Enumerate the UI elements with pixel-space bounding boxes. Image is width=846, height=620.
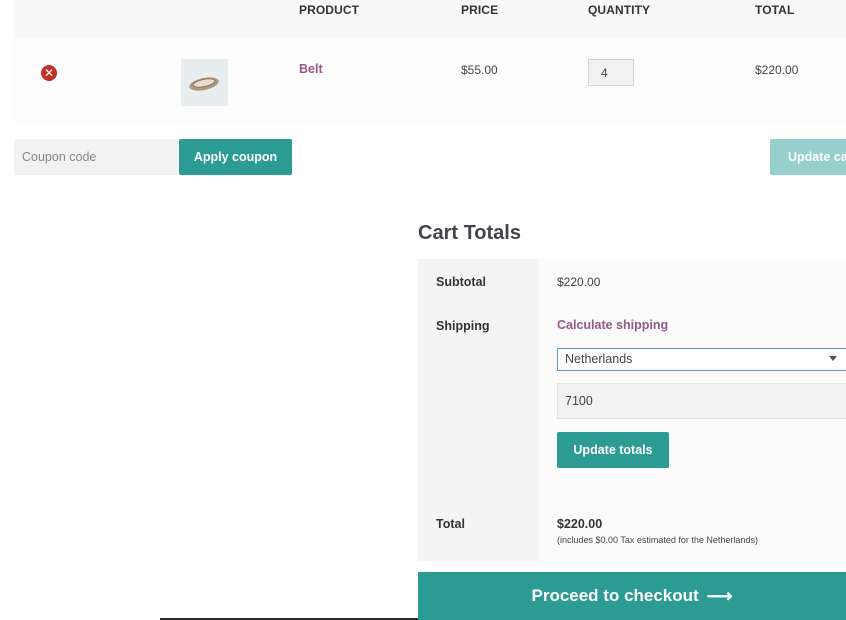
cart-item-row: ✕ Belt $55.00 $220.00 (14, 38, 846, 126)
proceed-to-checkout-button[interactable]: Proceed to checkout ⟶ (418, 572, 846, 620)
postcode-input[interactable] (557, 383, 846, 419)
coupon-code-input[interactable] (14, 139, 178, 175)
item-total: $220.00 (755, 63, 799, 77)
header-product: PRODUCT (299, 3, 360, 17)
cart-table: PRODUCT PRICE QUANTITY TOTAL ✕ Belt $55.… (14, 0, 846, 126)
calculate-shipping-link[interactable]: Calculate shipping (557, 318, 668, 332)
item-price: $55.00 (461, 63, 498, 77)
product-link[interactable]: Belt (299, 62, 323, 76)
total-value: $220.00 (557, 517, 603, 531)
arrow-right-icon: ⟶ (706, 585, 733, 606)
shipping-label: Shipping (436, 319, 490, 333)
subtotal-value: $220.00 (557, 275, 601, 289)
header-quantity: QUANTITY (588, 3, 651, 17)
totals-label-column (418, 259, 539, 561)
chevron-down-icon (829, 356, 837, 361)
country-select[interactable]: Netherlands (557, 348, 846, 371)
apply-coupon-button[interactable]: Apply coupon (179, 139, 292, 175)
update-totals-button[interactable]: Update totals (557, 432, 669, 468)
subtotal-label: Subtotal (436, 275, 486, 289)
cart-table-header: PRODUCT PRICE QUANTITY TOTAL (14, 0, 846, 38)
total-label: Total (436, 517, 465, 531)
product-thumbnail[interactable] (181, 59, 228, 106)
update-cart-button[interactable]: Update cart (770, 139, 846, 175)
tax-note: (includes $0.00 Tax estimated for the Ne… (557, 535, 758, 545)
country-select-value: Netherlands (565, 352, 633, 366)
cart-totals-title: Cart Totals (418, 222, 521, 244)
header-total: TOTAL (755, 3, 795, 17)
header-price: PRICE (461, 3, 499, 17)
quantity-input[interactable] (588, 59, 634, 86)
checkout-label: Proceed to checkout (531, 585, 699, 605)
cart-totals-table: Subtotal $220.00 Shipping Calculate ship… (418, 259, 846, 561)
remove-item-icon[interactable]: ✕ (41, 65, 57, 81)
